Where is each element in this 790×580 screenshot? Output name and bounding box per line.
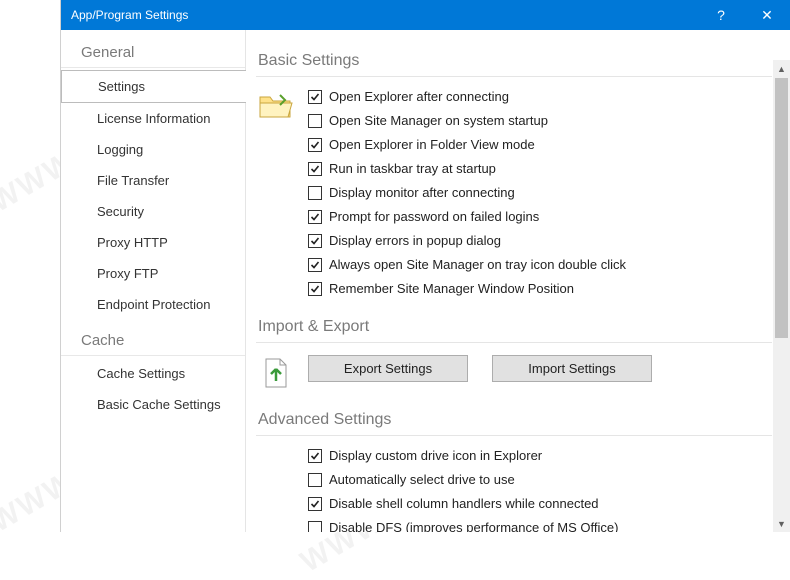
scroll-up-arrow-icon[interactable]: ▲	[773, 60, 790, 77]
checkbox[interactable]	[308, 90, 322, 104]
content-area: General Settings License Information Log…	[61, 30, 790, 532]
option-label: Remember Site Manager Window Position	[329, 281, 574, 296]
option-label: Prompt for password on failed logins	[329, 209, 539, 224]
option-row: Display custom drive icon in Explorer	[308, 448, 772, 463]
sidebar-item-basic-cache-settings[interactable]: Basic Cache Settings	[61, 389, 245, 420]
group-title-basic: Basic Settings	[256, 48, 772, 77]
advanced-icon-spacer	[256, 448, 296, 450]
option-label: Display errors in popup dialog	[329, 233, 501, 248]
checkbox[interactable]	[308, 210, 322, 224]
option-row: Open Site Manager on system startup	[308, 113, 772, 128]
export-settings-button[interactable]: Export Settings	[308, 355, 468, 382]
option-label: Display custom drive icon in Explorer	[329, 448, 542, 463]
option-row: Always open Site Manager on tray icon do…	[308, 257, 772, 272]
sidebar-section-general: General	[61, 38, 245, 68]
option-row: Open Explorer in Folder View mode	[308, 137, 772, 152]
checkbox[interactable]	[308, 234, 322, 248]
sidebar-item-proxy-ftp[interactable]: Proxy FTP	[61, 258, 245, 289]
sidebar-item-cache-settings[interactable]: Cache Settings	[61, 358, 245, 389]
advanced-settings-body: Display custom drive icon in Explorer Aut…	[256, 448, 772, 532]
option-row: Run in taskbar tray at startup	[308, 161, 772, 176]
sidebar-item-license-information[interactable]: License Information	[61, 103, 245, 134]
scroll-down-arrow-icon[interactable]: ▼	[773, 515, 790, 532]
checkbox[interactable]	[308, 114, 322, 128]
titlebar: App/Program Settings ? ✕	[61, 0, 790, 30]
option-label: Open Explorer in Folder View mode	[329, 137, 535, 152]
import-settings-button[interactable]: Import Settings	[492, 355, 652, 382]
checkbox[interactable]	[308, 162, 322, 176]
option-label: Automatically select drive to use	[329, 472, 515, 487]
option-row: Prompt for password on failed logins	[308, 209, 772, 224]
settings-window: App/Program Settings ? ✕ General Setting…	[60, 0, 790, 532]
checkbox[interactable]	[308, 186, 322, 200]
sidebar-item-file-transfer[interactable]: File Transfer	[61, 165, 245, 196]
option-label: Open Explorer after connecting	[329, 89, 509, 104]
import-export-body: Export Settings Import Settings	[256, 355, 772, 389]
vertical-scrollbar[interactable]: ▲ ▼	[773, 60, 790, 532]
option-label: Display monitor after connecting	[329, 185, 515, 200]
option-label: Disable shell column handlers while conn…	[329, 496, 599, 511]
checkbox[interactable]	[308, 449, 322, 463]
option-row: Display errors in popup dialog	[308, 233, 772, 248]
window-title: App/Program Settings	[71, 8, 698, 22]
basic-settings-body: Open Explorer after connecting Open Site …	[256, 89, 772, 296]
option-row: Disable shell column handlers while conn…	[308, 496, 772, 511]
checkbox[interactable]	[308, 497, 322, 511]
option-row: Display monitor after connecting	[308, 185, 772, 200]
option-label: Open Site Manager on system startup	[329, 113, 548, 128]
main-panel: Basic Settings Open Explorer after conne…	[246, 30, 790, 532]
option-row: Remember Site Manager Window Position	[308, 281, 772, 296]
sidebar-item-security[interactable]: Security	[61, 196, 245, 227]
sidebar-item-logging[interactable]: Logging	[61, 134, 245, 165]
sidebar-item-proxy-http[interactable]: Proxy HTTP	[61, 227, 245, 258]
sidebar-item-settings[interactable]: Settings	[61, 70, 246, 103]
checkbox[interactable]	[308, 473, 322, 487]
close-button[interactable]: ✕	[744, 0, 790, 30]
option-label: Disable DFS (improves performance of MS …	[329, 520, 618, 532]
checkbox[interactable]	[308, 138, 322, 152]
group-title-import-export: Import & Export	[256, 314, 772, 343]
option-row: Disable DFS (improves performance of MS …	[308, 520, 772, 532]
sidebar: General Settings License Information Log…	[61, 30, 246, 532]
checkbox[interactable]	[308, 258, 322, 272]
scroll-thumb[interactable]	[775, 78, 788, 338]
option-label: Run in taskbar tray at startup	[329, 161, 496, 176]
option-label: Always open Site Manager on tray icon do…	[329, 257, 626, 272]
group-title-advanced: Advanced Settings	[256, 407, 772, 436]
option-row: Automatically select drive to use	[308, 472, 772, 487]
help-button[interactable]: ?	[698, 0, 744, 30]
sidebar-item-endpoint-protection[interactable]: Endpoint Protection	[61, 289, 245, 320]
option-row: Open Explorer after connecting	[308, 89, 772, 104]
checkbox[interactable]	[308, 521, 322, 533]
folder-icon	[256, 89, 296, 121]
document-arrow-icon	[256, 355, 296, 389]
checkbox[interactable]	[308, 282, 322, 296]
sidebar-section-cache: Cache	[61, 326, 245, 356]
